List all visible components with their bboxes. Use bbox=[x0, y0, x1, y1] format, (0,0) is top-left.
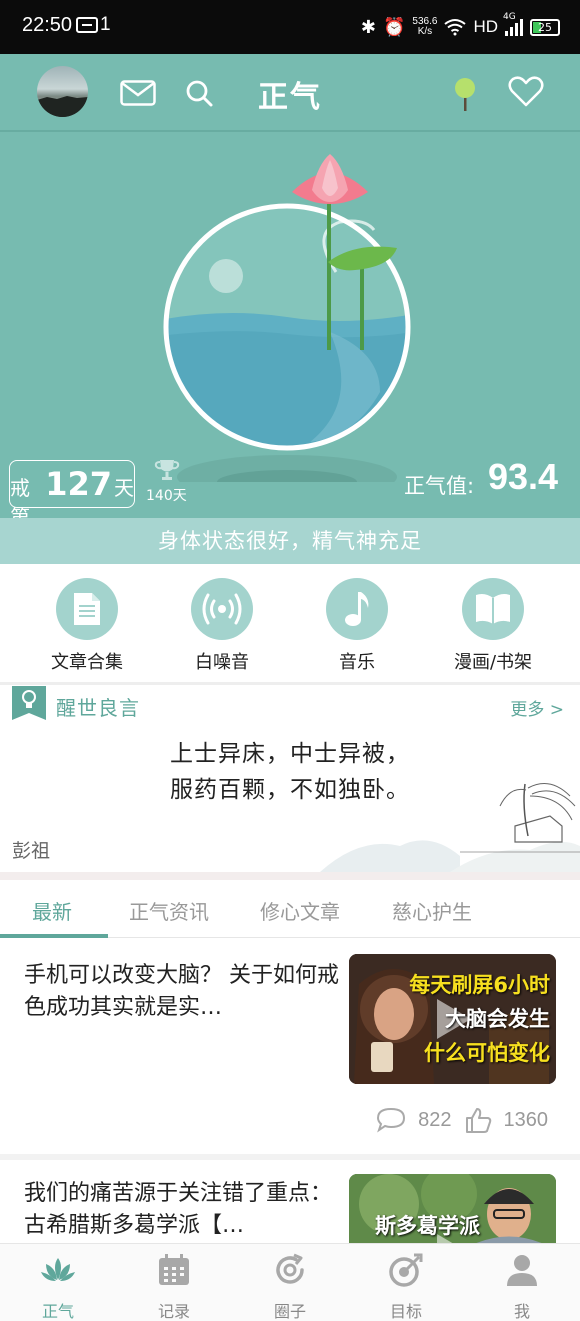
page-title: 正气 bbox=[258, 80, 322, 115]
tree-icon[interactable] bbox=[452, 76, 478, 112]
status-bar: 22:50 1 ✱ ⏰ 536.6 K/s HD 4G 25 bbox=[0, 0, 580, 54]
tab-articles[interactable]: 修心文章 bbox=[260, 896, 340, 925]
quick-action-white-noise[interactable]: 白噪音 bbox=[157, 578, 287, 674]
hd-indicator: HD bbox=[473, 17, 498, 36]
score-label: 正气值: bbox=[404, 474, 475, 498]
alarm-icon: ⏰ bbox=[382, 16, 406, 38]
thumbnail-text-line-2: 大脑会发生 bbox=[445, 1007, 550, 1031]
trophy-icon bbox=[154, 460, 180, 480]
network-speed-unit: K/s bbox=[417, 26, 433, 37]
more-link[interactable]: 更多 > bbox=[510, 695, 564, 720]
battery-level: 25 bbox=[538, 20, 552, 34]
tab-latest[interactable]: 最新 bbox=[32, 896, 72, 925]
ink-landscape-decoration bbox=[320, 783, 580, 872]
book-icon bbox=[462, 578, 524, 640]
quote-line-1: 上士异床，中士异被， bbox=[170, 741, 410, 767]
comment-icon[interactable] bbox=[376, 1107, 406, 1133]
lightbulb-icon bbox=[12, 686, 46, 720]
status-message: 身体状态很好，精气神充足 bbox=[0, 518, 580, 564]
thumbnail-text-line-1: 每天刷屏6小时 bbox=[409, 973, 550, 997]
article-item[interactable]: 我们的痛苦源于关注错了重点：古希腊斯多葛学派【… 斯多葛学派 bbox=[0, 1160, 580, 1243]
nav-label: 圈子 bbox=[273, 1302, 306, 1321]
quick-action-label: 文章合集 bbox=[51, 652, 123, 673]
hero-panel: 戒第 127 天 140天 正气值: 93.4 bbox=[0, 132, 580, 529]
app-header: 正气 bbox=[0, 54, 580, 132]
article-title: 我们的痛苦源于关注错了重点：古希腊斯多葛学派【… bbox=[24, 1181, 333, 1238]
message-notification-icon bbox=[76, 17, 98, 33]
comment-count: 822 bbox=[418, 1108, 452, 1131]
status-icons: ✱ ⏰ 536.6 K/s HD 4G 25 bbox=[361, 12, 560, 42]
article-item[interactable]: 手机可以改变大脑？ 关于如何戒色成功其实就是实… 每天刷屏6小时 大脑会发生 什… bbox=[0, 938, 580, 1154]
quick-action-label: 白噪音 bbox=[195, 652, 249, 673]
quote-card[interactable]: 醒世良言 更多 > 上士异床，中士异被， 服药百颗，不如独卧。 彭祖 bbox=[0, 686, 580, 872]
best-record: 140天 bbox=[146, 488, 187, 504]
nav-goals[interactable]: 目标 bbox=[361, 1252, 451, 1321]
nav-label: 目标 bbox=[389, 1302, 422, 1321]
day-suffix: 天 bbox=[114, 476, 134, 500]
music-note-icon bbox=[326, 578, 388, 640]
notification-count: 1 bbox=[100, 14, 111, 35]
quick-actions: 文章合集 白噪音 音乐 漫画/书架 bbox=[0, 564, 580, 682]
person-icon bbox=[507, 1255, 537, 1286]
like-count: 1360 bbox=[503, 1108, 549, 1131]
day-count: 127 bbox=[45, 465, 112, 503]
nav-zhengqi[interactable]: 正气 bbox=[13, 1252, 103, 1321]
quick-action-music[interactable]: 音乐 bbox=[292, 578, 422, 674]
heart-icon[interactable] bbox=[508, 76, 544, 108]
thumbnail-caption: 斯多葛学派 bbox=[375, 1214, 480, 1238]
thumbnail-text-line-3: 什么可怕变化 bbox=[424, 1041, 550, 1065]
nav-me[interactable]: 我 bbox=[477, 1252, 567, 1321]
calendar-icon bbox=[159, 1254, 189, 1285]
battery-icon: 25 bbox=[530, 18, 560, 36]
nav-label: 我 bbox=[513, 1302, 530, 1321]
lotus-bowl-illustration[interactable] bbox=[150, 152, 425, 482]
lotus-icon bbox=[41, 1258, 75, 1281]
like-icon[interactable] bbox=[464, 1106, 492, 1134]
article-stats: 822 1360 bbox=[376, 1106, 548, 1134]
signal-icon: 4G bbox=[503, 12, 523, 36]
status-time: 22:50 bbox=[22, 14, 73, 36]
section-divider bbox=[0, 682, 580, 685]
tab-compassion[interactable]: 慈心护生 bbox=[392, 896, 472, 925]
bottom-navigation: 正气 记录 圈子 目标 我 bbox=[0, 1243, 580, 1321]
document-icon bbox=[56, 578, 118, 640]
broadcast-icon bbox=[191, 578, 253, 640]
target-icon bbox=[389, 1253, 423, 1287]
nav-label: 记录 bbox=[157, 1302, 190, 1321]
bluetooth-icon: ✱ bbox=[360, 16, 376, 38]
quick-action-articles[interactable]: 文章合集 bbox=[22, 578, 152, 674]
content-tabs: 最新 正气资讯 修心文章 慈心护生 bbox=[0, 880, 580, 938]
quick-action-label: 音乐 bbox=[339, 652, 375, 673]
abstinence-days-badge[interactable]: 戒第 127 天 bbox=[9, 460, 135, 529]
quick-action-label: 漫画/书架 bbox=[453, 652, 533, 673]
tab-news[interactable]: 正气资讯 bbox=[129, 896, 209, 925]
nav-label: 正气 bbox=[41, 1302, 74, 1321]
article-title: 手机可以改变大脑？ 关于如何戒色成功其实就是实… bbox=[24, 963, 339, 1020]
network-type: 4G bbox=[503, 12, 516, 22]
nav-circle[interactable]: 圈子 bbox=[245, 1252, 335, 1321]
article-thumbnail[interactable]: 每天刷屏6小时 大脑会发生 什么可怕变化 bbox=[349, 954, 556, 1084]
wifi-icon bbox=[444, 19, 467, 36]
quote-author: 彭祖 bbox=[12, 840, 51, 862]
network-speed: 536.6 K/s bbox=[412, 17, 437, 37]
score-value: 93.4 bbox=[488, 456, 559, 497]
circle-refresh-icon bbox=[276, 1253, 304, 1284]
quote-section-title: 醒世良言 bbox=[56, 696, 140, 720]
section-divider bbox=[0, 872, 580, 880]
article-thumbnail[interactable]: 斯多葛学派 bbox=[349, 1174, 556, 1243]
quick-action-comics[interactable]: 漫画/书架 bbox=[428, 578, 558, 674]
nav-records[interactable]: 记录 bbox=[129, 1252, 219, 1321]
